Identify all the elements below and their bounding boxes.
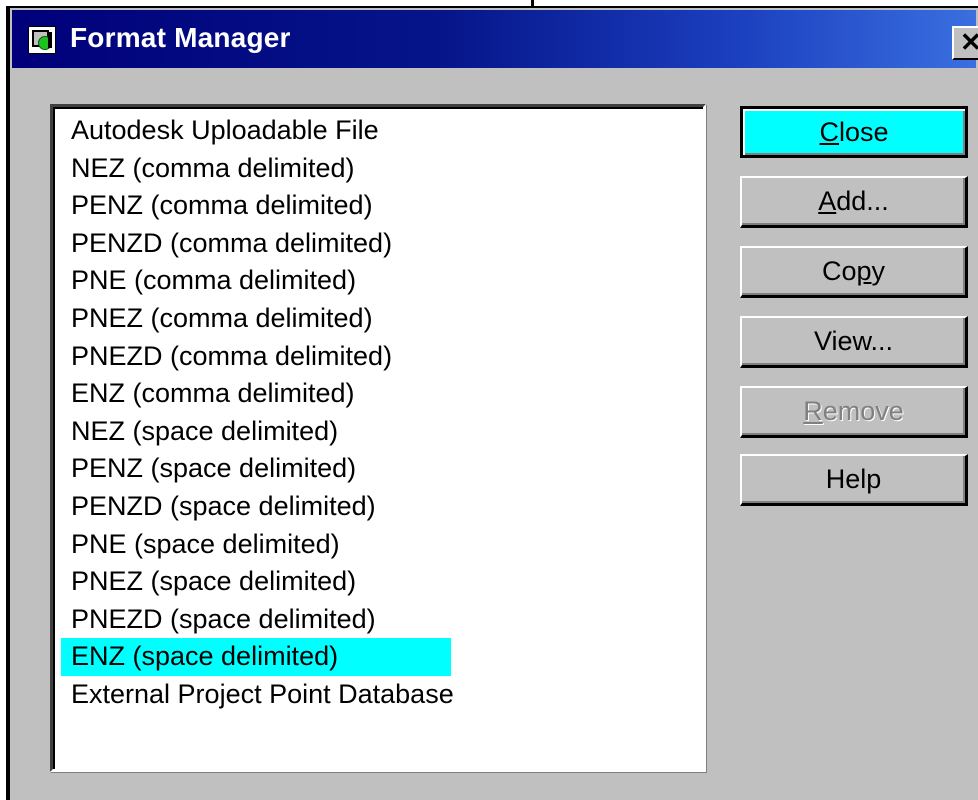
window-title: Format Manager: [70, 22, 291, 53]
view-button[interactable]: View...: [740, 316, 968, 368]
remove-button-label: emove: [822, 396, 904, 426]
format-list-item[interactable]: External Project Point Database: [61, 676, 691, 714]
close-button-mnemonic: C: [819, 117, 839, 147]
format-list-item[interactable]: ENZ (space delimited): [61, 638, 451, 676]
format-list[interactable]: Autodesk Uploadable File NEZ (comma delim…: [50, 104, 706, 772]
format-list-item[interactable]: PNEZD (comma delimited): [61, 338, 691, 376]
copy-button-label-end: y: [871, 256, 886, 286]
format-list-item[interactable]: PENZD (comma delimited): [61, 225, 691, 263]
format-list-item[interactable]: PNEZ (comma delimited): [61, 300, 691, 338]
format-list-item[interactable]: PNEZ (space delimited): [61, 563, 691, 601]
format-list-item[interactable]: PNE (comma delimited): [61, 262, 691, 300]
remove-button: Remove: [740, 386, 968, 438]
format-list-items: Autodesk Uploadable File NEZ (comma delim…: [61, 112, 691, 714]
format-list-item[interactable]: ENZ (comma delimited): [61, 375, 691, 413]
app-icon: [28, 26, 56, 54]
view-button-label: View...: [813, 326, 894, 356]
add-button[interactable]: Add...: [740, 176, 968, 228]
format-list-item[interactable]: NEZ (comma delimited): [61, 150, 691, 188]
add-button-label: dd...: [836, 186, 889, 216]
help-button-label: Help: [825, 464, 882, 494]
format-list-item[interactable]: Autodesk Uploadable File: [61, 112, 691, 150]
format-list-item[interactable]: PENZ (comma delimited): [61, 187, 691, 225]
add-button-mnemonic: A: [818, 186, 837, 216]
copy-button-mnemonic: p: [856, 256, 872, 286]
format-list-item[interactable]: NEZ (space delimited): [61, 413, 691, 451]
title-bar[interactable]: Format Manager ✕: [12, 10, 978, 68]
format-list-item[interactable]: PENZD (space delimited): [61, 488, 691, 526]
format-list-item[interactable]: PNE (space delimited): [61, 526, 691, 564]
close-button-label: lose: [838, 117, 889, 147]
format-list-item[interactable]: PENZ (space delimited): [61, 450, 691, 488]
remove-button-mnemonic: R: [803, 396, 823, 426]
close-icon[interactable]: ✕: [952, 26, 978, 60]
close-button[interactable]: Close: [740, 106, 968, 158]
copy-button[interactable]: Copy: [740, 246, 968, 298]
format-manager-dialog: Format Manager ✕ Autodesk Uploadable Fil…: [6, 6, 978, 800]
copy-button-label-start: Co: [821, 256, 857, 286]
help-button[interactable]: Help: [740, 454, 968, 506]
format-list-item[interactable]: PNEZD (space delimited): [61, 601, 691, 639]
